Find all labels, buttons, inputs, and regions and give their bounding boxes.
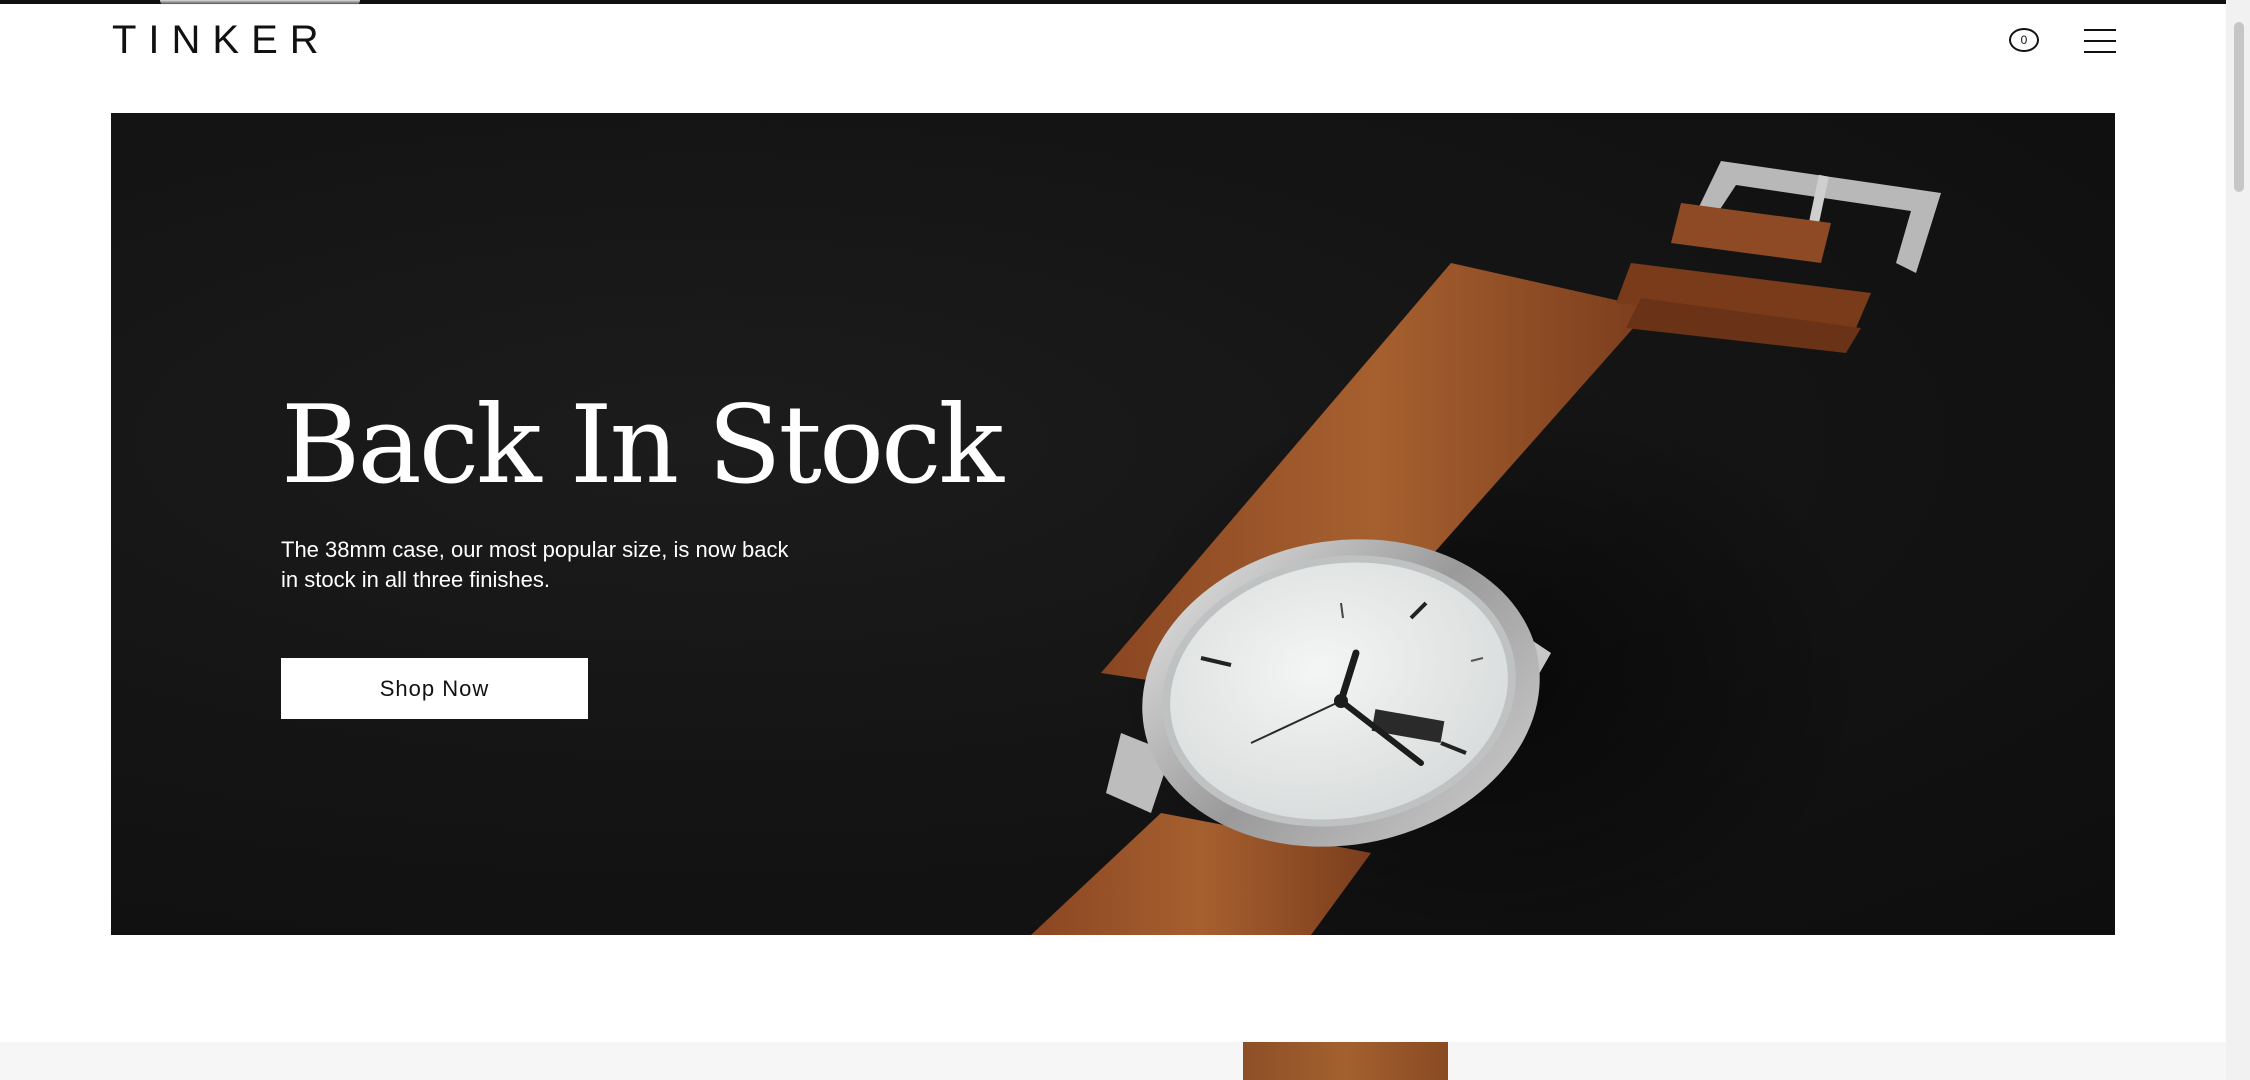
scrollbar[interactable] <box>2226 0 2250 1080</box>
watch-image <box>1031 161 1941 935</box>
shop-now-button[interactable]: Shop Now <box>281 658 588 719</box>
hero-subtitle: The 38mm case, our most popular size, is… <box>281 537 789 592</box>
scrollbar-thumb[interactable] <box>2234 22 2244 192</box>
hero-title: Back In Stock <box>281 383 1004 508</box>
site-header: TINKER 0 <box>0 4 2226 80</box>
menu-line <box>2084 51 2116 53</box>
menu-line <box>2084 29 2116 31</box>
cart-icon[interactable]: 0 <box>2009 28 2039 52</box>
logo[interactable]: TINKER <box>112 18 331 63</box>
hero-banner: Back In Stock The 38mm case, our most po… <box>111 113 2115 935</box>
cart-count: 0 <box>2020 33 2028 47</box>
hamburger-menu-icon[interactable] <box>2084 29 2116 53</box>
page: TINKER 0 Back In Stock The 38mm case, ou… <box>0 0 2226 1080</box>
next-section-preview <box>0 1042 2226 1080</box>
menu-line <box>2084 40 2116 42</box>
next-product-image <box>1243 1042 1448 1080</box>
